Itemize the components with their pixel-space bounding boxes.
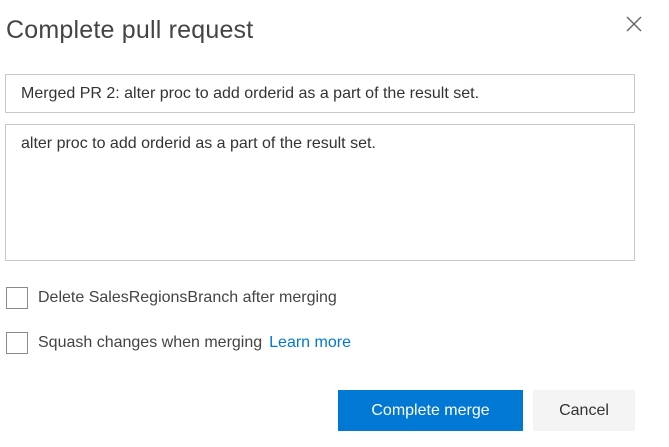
learn-more-link[interactable]: Learn more <box>269 334 351 352</box>
close-button[interactable] <box>622 12 646 36</box>
complete-merge-button[interactable]: Complete merge <box>338 390 523 431</box>
close-icon <box>626 16 642 32</box>
cancel-button[interactable]: Cancel <box>533 390 635 431</box>
delete-branch-checkbox[interactable] <box>6 287 28 309</box>
pr-description-textarea[interactable]: alter proc to add orderid as a part of t… <box>5 124 635 261</box>
squash-checkbox[interactable] <box>6 332 28 354</box>
squash-label: Squash changes when merging <box>38 334 263 351</box>
squash-option[interactable]: Squash changes when merging Learn more <box>6 331 351 355</box>
delete-branch-option[interactable]: Delete SalesRegionsBranch after merging <box>6 286 337 310</box>
delete-branch-label: Delete SalesRegionsBranch after merging <box>38 289 337 306</box>
dialog-title: Complete pull request <box>6 16 254 44</box>
pr-title-input[interactable] <box>5 74 635 113</box>
complete-pull-request-dialog: Complete pull request alter proc to add … <box>0 0 669 447</box>
